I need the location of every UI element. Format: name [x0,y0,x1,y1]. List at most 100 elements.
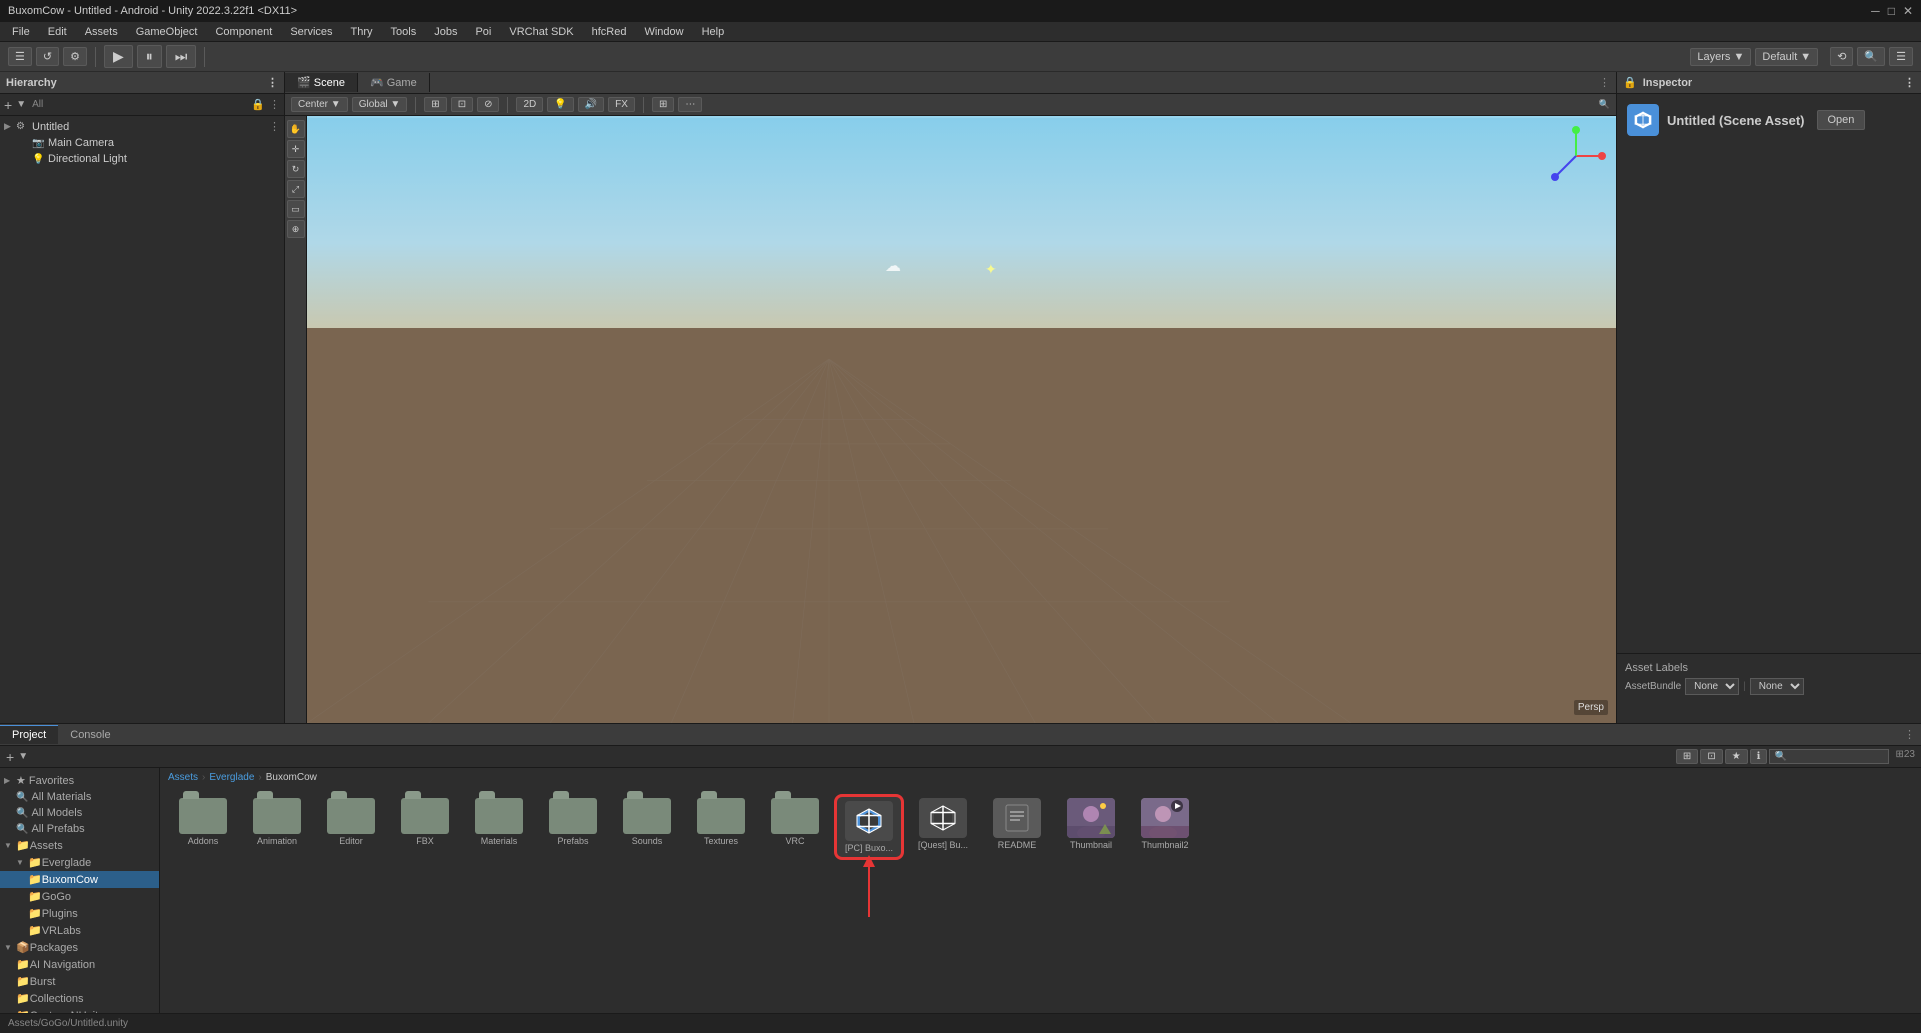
asset-materials[interactable]: Materials [464,794,534,860]
project-search[interactable] [1769,749,1889,764]
account-btn[interactable]: ☰ [1889,47,1913,66]
tree-everglade[interactable]: ▼ 📁 Everglade [0,854,159,871]
asset-animation[interactable]: Animation [242,794,312,860]
hierarchy-item-untitled[interactable]: ▶ ⚙ Untitled ⋮ [0,118,284,135]
fx-btn[interactable]: FX [608,97,635,112]
asset-readme[interactable]: README [982,794,1052,860]
tree-ai-nav[interactable]: 📁 AI Navigation [0,956,159,973]
tab-scene[interactable]: 🎬 Scene [285,73,358,92]
project-icon1[interactable]: ⊞ [1676,749,1698,764]
audio-btn[interactable]: 🔊 [578,97,604,112]
tree-vrlabs[interactable]: 📁 VRLabs [0,922,159,939]
hierarchy-add-btn[interactable]: + [4,97,12,113]
asset-vrc[interactable]: VRC [760,794,830,860]
transform-tool[interactable]: ⊕ [287,220,305,238]
tree-favorites[interactable]: ▶ ★ Favorites [0,772,159,789]
breadcrumb-assets[interactable]: Assets [168,772,198,783]
menu-poi[interactable]: Poi [467,24,499,40]
menu-tools[interactable]: Tools [383,24,425,40]
play-button[interactable]: ▶ [104,45,133,68]
asset-editor[interactable]: Editor [316,794,386,860]
grid-btn[interactable]: ⊞ [652,97,674,112]
layers-dropdown[interactable]: Layers ▼ [1690,48,1751,66]
menu-gameobject[interactable]: GameObject [128,24,206,40]
menu-services[interactable]: Services [282,24,340,40]
light-btn[interactable]: 💡 [547,97,573,112]
add-btn[interactable]: + [6,749,14,765]
close-btn[interactable]: ✕ [1903,4,1913,18]
asset-fbx[interactable]: FBX [390,794,460,860]
history-btn[interactable]: ⟲ [1830,47,1853,66]
rect-tool[interactable]: ▭ [287,200,305,218]
asset-variant-dropdown[interactable]: None [1750,678,1804,695]
asset-pc-buxo[interactable]: [PC] Buxo... [834,794,904,860]
tree-plugins[interactable]: 📁 Plugins [0,905,159,922]
hierarchy-menu-icon[interactable]: ⋮ [267,76,278,89]
inspector-more-icon[interactable]: ⋮ [1904,76,1915,89]
asset-prefabs[interactable]: Prefabs [538,794,608,860]
project-star[interactable]: ★ [1725,749,1748,764]
scene-view[interactable]: ✋ ✛ ↻ ⤢ ▭ ⊕ [285,116,1616,723]
titlebar-controls[interactable]: ─ □ ✕ [1871,4,1913,18]
inspector-open-btn[interactable]: Open [1817,110,1866,130]
project-icon2[interactable]: ⊡ [1700,749,1722,764]
menu-file[interactable]: File [4,24,38,40]
tree-collections[interactable]: 📁 Collections [0,990,159,1007]
tab-game[interactable]: 🎮 Game [358,73,430,92]
default-dropdown[interactable]: Default ▼ [1755,48,1818,66]
minimize-btn[interactable]: ─ [1871,4,1880,18]
search-btn[interactable]: 🔍 [1857,47,1885,66]
hierarchy-dropdown-btn[interactable]: ▼ [16,99,26,110]
maximize-btn[interactable]: □ [1888,4,1895,18]
toolbar-btn-1[interactable]: ☰ [8,47,32,66]
tab-console[interactable]: Console [58,726,122,744]
menu-jobs[interactable]: Jobs [426,24,465,40]
menu-vrchat-sdk[interactable]: VRChat SDK [501,24,581,40]
vt-icon1[interactable]: ⊞ [424,97,446,112]
tree-assets[interactable]: ▼ 📁 Assets [0,837,159,854]
hand-tool[interactable]: ✋ [287,120,305,138]
tab-project[interactable]: Project [0,725,58,744]
global-btn[interactable]: Global ▼ [352,97,408,112]
vt-icon3[interactable]: ⊘ [477,97,499,112]
hierarchy-more-icon[interactable]: ⋮ [269,98,280,111]
asset-sounds[interactable]: Sounds [612,794,682,860]
menu-thry[interactable]: Thry [343,24,381,40]
scene-gizmo[interactable] [1546,126,1606,186]
tree-buxomcow[interactable]: 📁 BuxomCow [0,871,159,888]
vt-icon2[interactable]: ⊡ [451,97,473,112]
tree-packages[interactable]: ▼ 📦 Packages [0,939,159,956]
move-tool[interactable]: ✛ [287,140,305,158]
asset-addons[interactable]: Addons [168,794,238,860]
project-info[interactable]: ℹ [1750,749,1768,764]
menu-edit[interactable]: Edit [40,24,75,40]
viewport-more-icon[interactable]: ⋮ [1593,76,1616,89]
center-btn[interactable]: Center ▼ [291,97,348,112]
tree-all-models[interactable]: 🔍 All Models [0,805,159,821]
menu-component[interactable]: Component [207,24,280,40]
vt-more-btn[interactable]: ⋯ [678,97,702,112]
tree-gogo[interactable]: 📁 GoGo [0,888,159,905]
project-more-icon[interactable]: ⋮ [1898,728,1921,741]
tree-all-prefabs[interactable]: 🔍 All Prefabs [0,821,159,837]
step-button[interactable]: ⏭ [166,45,197,68]
asset-thumbnail[interactable]: Thumbnail [1056,794,1126,860]
menu-assets[interactable]: Assets [77,24,126,40]
pause-button[interactable]: ⏸ [137,45,162,68]
tree-burst[interactable]: 📁 Burst [0,973,159,990]
rotate-tool[interactable]: ↻ [287,160,305,178]
2d-btn[interactable]: 2D [516,97,543,112]
add-dropdown[interactable]: ▼ [18,751,28,762]
hierarchy-item-directional-light[interactable]: 💡 Directional Light [0,151,284,167]
breadcrumb-everglade[interactable]: Everglade [209,772,254,783]
asset-thumbnail2[interactable]: Thumbnail2 [1130,794,1200,860]
toolbar-btn-3[interactable]: ⚙ [63,47,87,66]
hierarchy-item-dots[interactable]: ⋮ [269,120,280,133]
scale-tool[interactable]: ⤢ [287,180,305,198]
asset-bundle-dropdown[interactable]: None [1685,678,1739,695]
menu-window[interactable]: Window [636,24,691,40]
menu-help[interactable]: Help [694,24,733,40]
menu-hfcred[interactable]: hfcRed [584,24,635,40]
asset-quest-buxo[interactable]: [Quest] Bu... [908,794,978,860]
toolbar-btn-2[interactable]: ↺ [36,47,59,66]
